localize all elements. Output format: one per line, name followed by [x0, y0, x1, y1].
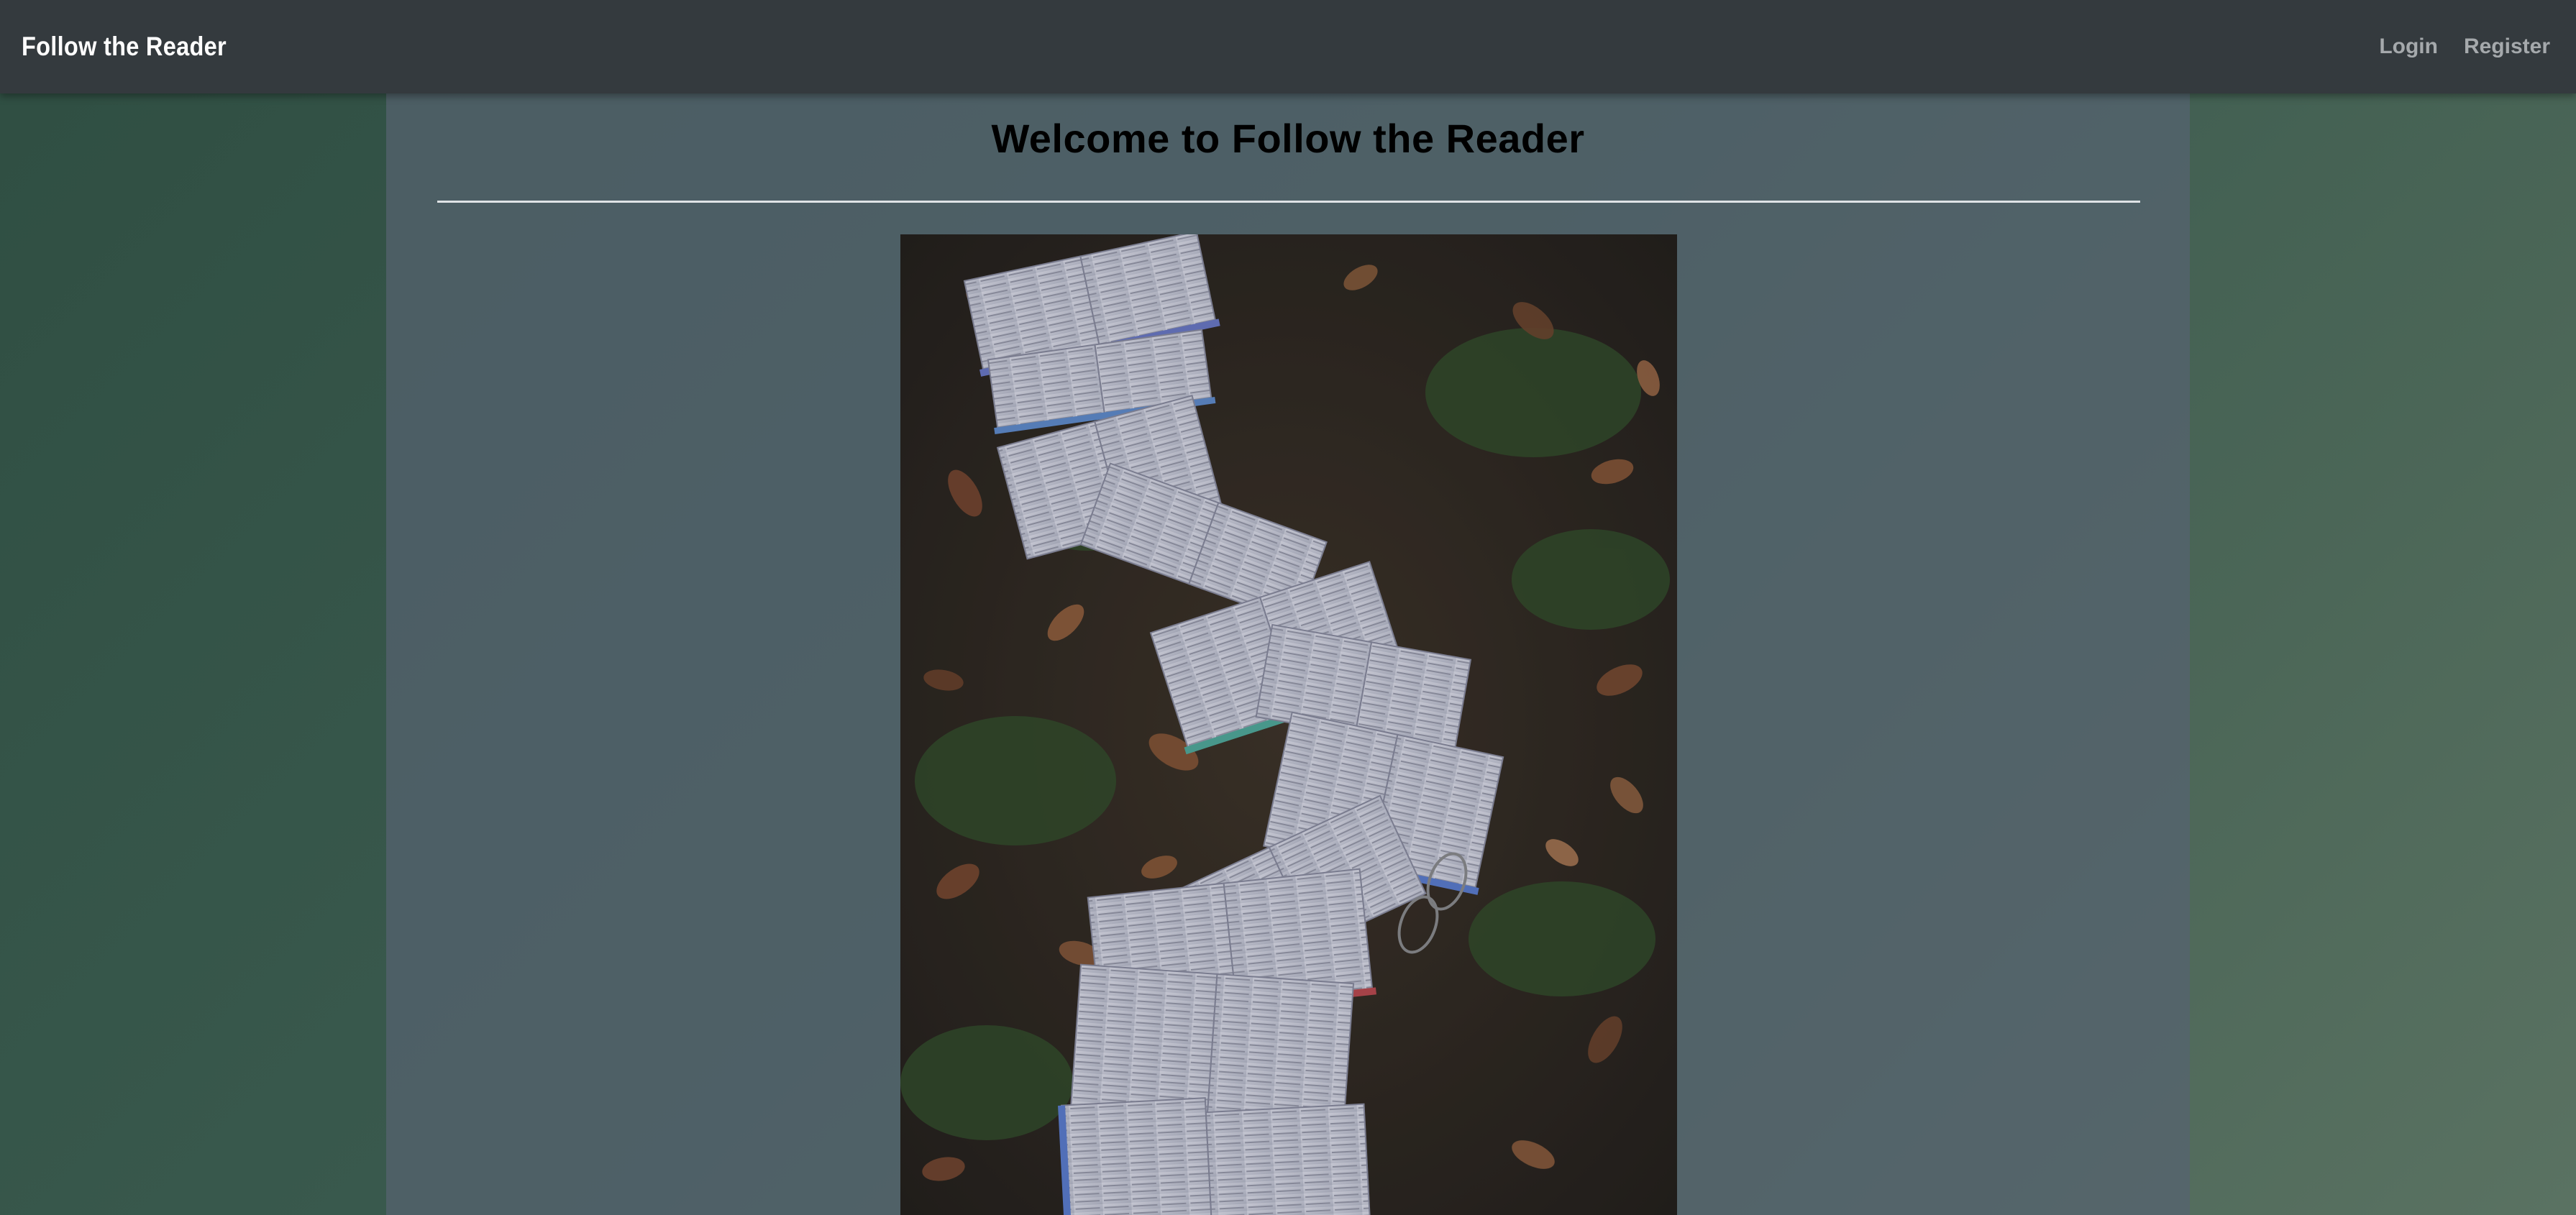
- brand-link[interactable]: Follow the Reader: [22, 0, 227, 93]
- top-navbar: Follow the Reader Login Register: [0, 0, 2576, 93]
- login-link[interactable]: Login: [2379, 35, 2438, 59]
- page-title: Welcome to Follow the Reader: [991, 116, 1585, 161]
- title-divider: [437, 201, 2140, 203]
- books-on-leaves-illustration: [900, 234, 1677, 1215]
- hero-image: [900, 234, 1677, 1215]
- register-link[interactable]: Register: [2464, 35, 2550, 59]
- nav-links: Login Register: [2379, 0, 2550, 93]
